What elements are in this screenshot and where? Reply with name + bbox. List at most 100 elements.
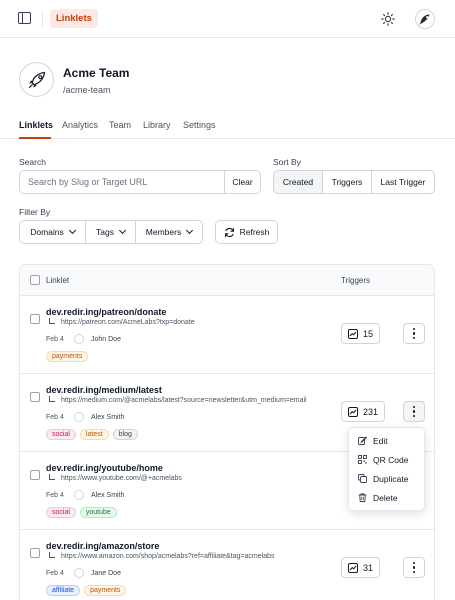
domains-filter-label: Domains <box>30 227 64 237</box>
top-bar: Linklets <box>0 0 455 38</box>
members-filter-label: Members <box>145 227 182 237</box>
refresh-button[interactable]: Refresh <box>215 220 278 244</box>
owner-name: Alex Smith <box>91 492 125 499</box>
menu-item-delete[interactable]: Delete <box>349 488 424 507</box>
owner-avatar <box>74 568 84 578</box>
trend-chart-icon <box>348 328 358 339</box>
menu-item-qr-code[interactable]: QR Code <box>349 450 424 469</box>
trigger-count: 31 <box>363 562 374 573</box>
owner-name: John Doe <box>91 336 121 343</box>
linklet-slug[interactable]: dev.redir.ing/amazon/store <box>46 541 159 551</box>
tag-list: affiliate payments <box>46 585 127 596</box>
tab-analytics[interactable]: Analytics <box>62 120 98 130</box>
row-actions-button[interactable] <box>403 557 425 578</box>
owner-avatar <box>74 334 84 344</box>
domains-filter-button[interactable]: Domains <box>19 220 86 244</box>
menu-item-duplicate[interactable]: Duplicate <box>349 469 424 488</box>
redirect-arrow-icon <box>49 318 55 324</box>
active-tab-indicator <box>19 137 51 139</box>
tag-badge[interactable]: social <box>46 507 76 518</box>
target-url[interactable]: https://patreon.com/AcmeLabs?txp=donate <box>61 319 195 326</box>
topbar-divider <box>42 10 43 27</box>
refresh-label: Refresh <box>239 227 270 237</box>
linklet-slug[interactable]: dev.redir.ing/medium/latest <box>46 385 162 395</box>
trend-chart-icon <box>348 406 358 417</box>
triggers-button[interactable]: 15 <box>341 323 381 344</box>
created-date: Feb 4 <box>46 570 64 577</box>
team-slug: /acme-team <box>63 85 111 95</box>
tab-settings[interactable]: Settings <box>183 120 216 130</box>
tag-badge[interactable]: payments <box>46 351 89 362</box>
sort-created-button[interactable]: Created <box>273 170 323 194</box>
linklet-slug[interactable]: dev.redir.ing/patreon/donate <box>46 307 166 317</box>
triggers-button[interactable]: 231 <box>341 401 386 422</box>
sort-last-trigger-button[interactable]: Last Trigger <box>371 170 435 194</box>
menu-item-label: QR Code <box>373 454 409 465</box>
tag-badge[interactable]: latest <box>79 429 109 440</box>
sun-icon[interactable] <box>381 12 395 26</box>
tab-library[interactable]: Library <box>143 120 171 130</box>
tab-bar: Linklets Analytics Team Library Settings <box>0 115 455 139</box>
tag-badge[interactable]: payments <box>84 585 127 596</box>
team-avatar <box>19 62 54 97</box>
trigger-count: 231 <box>363 406 379 417</box>
refresh-icon <box>224 227 234 237</box>
table-row: dev.redir.ing/amazon/store https://www.a… <box>20 530 434 600</box>
chevron-down-icon <box>68 226 76 235</box>
tags-filter-button[interactable]: Tags <box>85 220 136 244</box>
row-checkbox[interactable] <box>30 314 40 324</box>
menu-item-label: Edit <box>373 435 388 446</box>
sort-triggers-button[interactable]: Triggers <box>322 170 372 194</box>
column-header-triggers: Triggers <box>341 276 371 285</box>
tag-badge[interactable]: affiliate <box>46 585 81 596</box>
row-checkbox[interactable] <box>30 470 40 480</box>
chevron-down-icon <box>118 226 127 235</box>
target-url[interactable]: https://medium.com/@acmelabs/latest?sour… <box>61 397 307 404</box>
tag-list: social latest blog <box>46 429 138 440</box>
triggers-button[interactable]: 31 <box>341 557 381 578</box>
user-avatar[interactable] <box>415 9 435 29</box>
tag-list: payments <box>46 351 89 362</box>
filter-label: Filter By <box>19 207 51 217</box>
tags-filter-label: Tags <box>96 227 114 237</box>
brand-logo[interactable]: Linklets <box>50 9 98 28</box>
owner-name: Jane Doe <box>91 570 121 577</box>
menu-item-edit[interactable]: Edit <box>349 431 424 450</box>
redirect-arrow-icon <box>49 552 55 558</box>
sort-label: Sort By <box>273 157 301 167</box>
tag-badge[interactable]: blog <box>112 429 138 440</box>
tag-badge[interactable]: social <box>46 429 76 440</box>
row-checkbox[interactable] <box>30 392 40 402</box>
redirect-arrow-icon <box>49 474 55 480</box>
menu-item-label: Duplicate <box>373 473 409 484</box>
search-label: Search <box>19 157 46 167</box>
tag-badge[interactable]: youtube <box>79 507 117 518</box>
tag-list: social youtube <box>46 507 117 518</box>
row-actions-menu: Edit QR Code Duplicate Delete <box>348 427 425 511</box>
team-name: Acme Team <box>63 66 130 80</box>
target-url[interactable]: https://www.amazon.com/shop/acmelabs?ref… <box>61 553 274 560</box>
linklet-slug[interactable]: dev.redir.ing/youtube/home <box>46 463 163 473</box>
row-actions-button[interactable] <box>403 323 425 344</box>
clear-button[interactable]: Clear <box>224 170 261 194</box>
select-all-checkbox[interactable] <box>30 275 40 285</box>
row-actions-button[interactable] <box>403 401 425 422</box>
created-date: Feb 4 <box>46 414 64 421</box>
table-row: dev.redir.ing/patreon/donate https://pat… <box>20 296 434 374</box>
trash-icon <box>358 493 367 502</box>
qr-code-icon <box>358 455 367 464</box>
members-filter-button[interactable]: Members <box>135 220 203 244</box>
tab-linklets[interactable]: Linklets <box>19 120 53 130</box>
menu-item-label: Delete <box>373 492 398 503</box>
duplicate-icon <box>358 474 367 483</box>
column-header-linklet: Linklet <box>46 276 70 285</box>
search-input[interactable] <box>19 170 225 194</box>
row-checkbox[interactable] <box>30 548 40 558</box>
owner-name: Alex Smith <box>91 414 125 421</box>
created-date: Feb 4 <box>46 336 64 343</box>
created-date: Feb 4 <box>46 492 64 499</box>
target-url[interactable]: https://www.youtube.com/@+acmelabs <box>61 475 182 482</box>
tab-team[interactable]: Team <box>109 120 131 130</box>
sidebar-toggle-icon[interactable] <box>18 12 31 24</box>
edit-icon <box>358 436 367 445</box>
